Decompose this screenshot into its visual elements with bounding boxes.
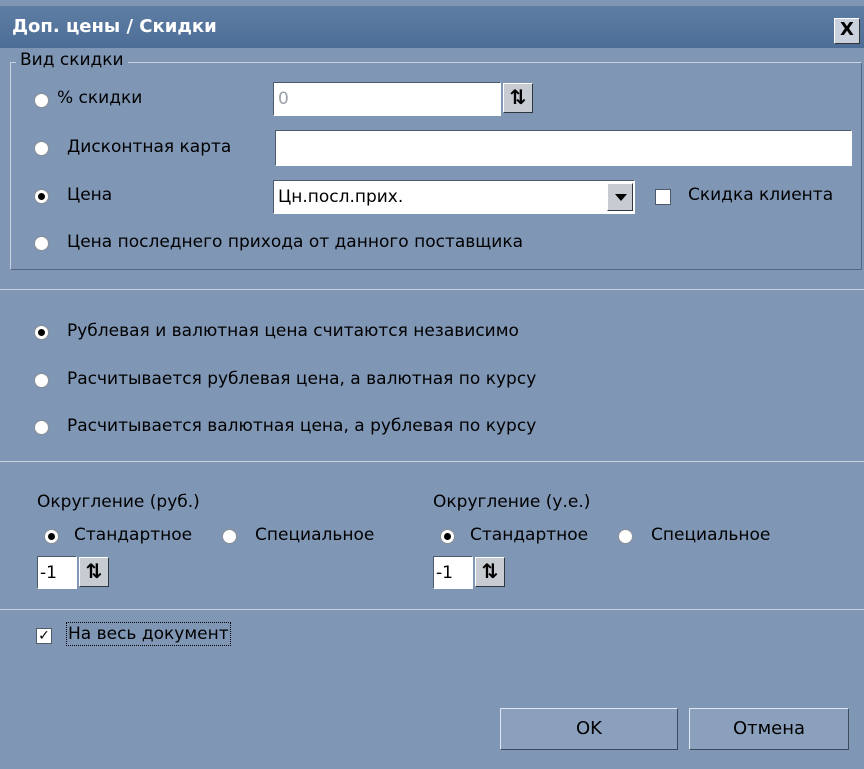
spin-updown-icon: ⇅: [481, 559, 499, 583]
rounding-rub-standard-label: Стандартное: [74, 525, 193, 545]
radio-calc-currency[interactable]: [34, 420, 49, 435]
radio-last-supplier-price[interactable]: [34, 236, 49, 251]
percent-spin-button[interactable]: ⇅: [503, 83, 533, 113]
price-select-value: Цн.посл.прих.: [278, 187, 404, 207]
rounding-rub-special-label: Специальное: [255, 525, 375, 545]
rounding-rub-input[interactable]: -1: [37, 556, 77, 589]
calc-rub-label: Расчитывается рублевая цена, а валютная …: [67, 369, 537, 389]
whole-document-label: На весь документ: [66, 622, 231, 646]
percent-label: % скидки: [57, 88, 143, 108]
dialog-window: Доп. цены / Скидки X Вид скидки % скидки…: [0, 0, 864, 769]
rounding-ue-special-label: Специальное: [651, 525, 771, 545]
whole-document-checkbox[interactable]: ✓: [36, 628, 52, 644]
rounding-ue-label: Округление (у.е.): [433, 492, 591, 512]
close-button[interactable]: X: [834, 18, 860, 44]
separator-1: [0, 289, 864, 290]
discount-card-input[interactable]: [275, 130, 852, 166]
rounding-ue-standard-label: Стандартное: [470, 525, 589, 545]
price-select-chevron-down-icon[interactable]: [607, 183, 633, 211]
radio-rounding-ue-standard[interactable]: [440, 529, 455, 544]
title-bar: Доп. цены / Скидки X: [0, 6, 864, 48]
radio-rounding-rub-standard[interactable]: [44, 529, 59, 544]
percent-input[interactable]: 0: [273, 82, 501, 116]
checkmark-icon: ✓: [38, 628, 50, 644]
spin-updown-icon: ⇅: [509, 85, 527, 109]
window-title: Доп. цены / Скидки: [12, 16, 217, 37]
calc-currency-label: Расчитывается валютная цена, а рублевая …: [67, 416, 537, 436]
rounding-ue-input[interactable]: -1: [433, 556, 473, 589]
ok-button[interactable]: OK: [500, 708, 678, 750]
cancel-button[interactable]: Отмена: [689, 708, 849, 750]
separator-3: [0, 609, 864, 610]
radio-calc-independent[interactable]: [34, 325, 49, 340]
radio-percent[interactable]: [34, 93, 49, 108]
radio-calc-rub[interactable]: [34, 373, 49, 388]
radio-price[interactable]: [34, 189, 49, 204]
price-select[interactable]: Цн.посл.прих.: [273, 180, 635, 214]
client-discount-label: Скидка клиента: [688, 185, 834, 205]
radio-discount-card[interactable]: [34, 141, 49, 156]
spin-updown-icon: ⇅: [85, 559, 103, 583]
rounding-rub-label: Округление (руб.): [37, 492, 200, 512]
discount-type-legend: Вид скидки: [16, 50, 128, 70]
radio-rounding-ue-special[interactable]: [618, 529, 633, 544]
separator-2: [0, 461, 864, 462]
calc-independent-label: Рублевая и валютная цена считаются незав…: [67, 321, 519, 341]
rounding-rub-spin-button[interactable]: ⇅: [79, 557, 109, 587]
discount-card-label: Дисконтная карта: [67, 137, 232, 157]
last-supplier-price-label: Цена последнего прихода от данного поста…: [67, 232, 524, 252]
price-label: Цена: [67, 185, 113, 205]
client-discount-checkbox[interactable]: [655, 189, 671, 205]
radio-rounding-rub-special[interactable]: [222, 529, 237, 544]
rounding-ue-spin-button[interactable]: ⇅: [475, 557, 505, 587]
